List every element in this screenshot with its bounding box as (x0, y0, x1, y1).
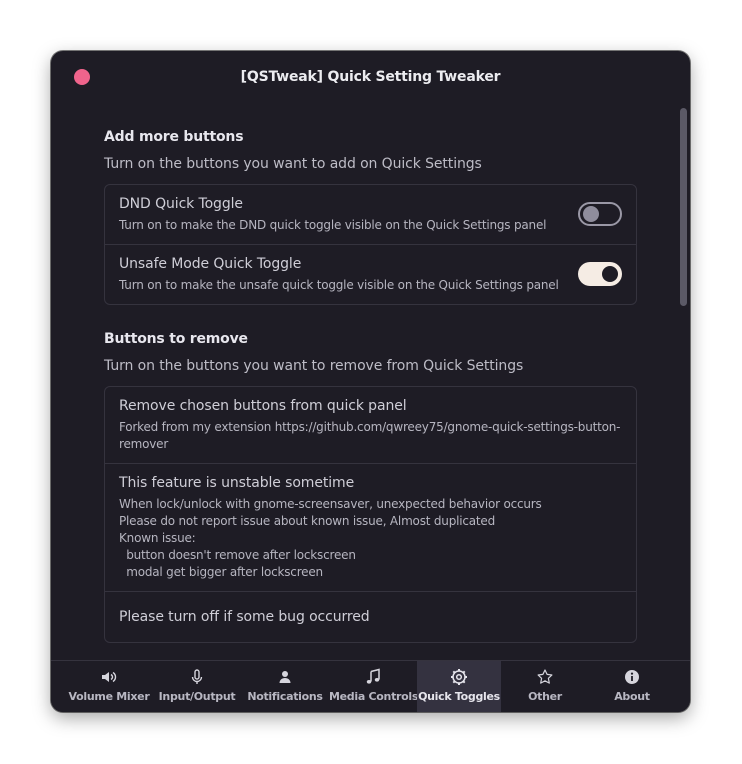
title-bar: [QSTweak] Quick Setting Tweaker (51, 51, 690, 105)
window-title: [QSTweak] Quick Setting Tweaker (240, 69, 501, 85)
subtitle-line: Known issue: (119, 531, 196, 545)
tab-media-controls[interactable]: Media Controls (329, 661, 419, 712)
section-description-remove: Turn on the buttons you want to remove f… (104, 358, 524, 374)
row-title: Please turn off if some bug occurred (119, 609, 370, 625)
star-icon (537, 669, 553, 684)
row-title: Remove chosen buttons from quick panel (119, 398, 407, 414)
gear-icon (451, 669, 467, 685)
dnd-toggle-row[interactable]: DND Quick Toggle Turn on to make the DND… (105, 185, 636, 244)
scrollbar-thumb[interactable] (680, 108, 687, 306)
bug-notice-row: Please turn off if some bug occurred (105, 591, 636, 642)
tab-label: Input/Output (158, 690, 236, 703)
remove-buttons-section: Buttons to remove Turn on the buttons yo… (104, 331, 637, 643)
tab-label: Notifications (247, 690, 323, 703)
tab-other[interactable]: Other (501, 661, 589, 712)
row-title: Unsafe Mode Quick Toggle (119, 256, 302, 272)
row-title: DND Quick Toggle (119, 196, 243, 212)
preferences-page: Add more buttons Turn on the buttons you… (104, 129, 637, 643)
music-note-icon (366, 668, 380, 684)
subtitle-line: remover (119, 437, 169, 451)
tab-about[interactable]: About (589, 661, 675, 712)
dnd-quick-toggle-switch[interactable] (578, 202, 622, 226)
unsafe-mode-toggle-switch[interactable] (578, 262, 622, 286)
remove-buttons-group: Remove chosen buttons from quick panel F… (104, 386, 637, 643)
subtitle-line: Please do not report issue about known i… (119, 514, 496, 528)
microphone-icon (191, 669, 203, 684)
subtitle-line: modal get bigger after lockscreen (119, 565, 323, 579)
section-description-add: Turn on the buttons you want to add on Q… (104, 156, 482, 172)
subtitle-line: button doesn't remove after lockscreen (119, 548, 356, 562)
add-buttons-section: Add more buttons Turn on the buttons you… (104, 129, 637, 305)
row-title: This feature is unstable sometime (119, 475, 355, 491)
tab-label: About (614, 690, 650, 703)
tab-volume-mixer[interactable]: Volume Mixer (65, 661, 153, 712)
tab-label: Quick Toggles (418, 690, 500, 703)
person-icon (279, 671, 291, 683)
switch-knob (602, 266, 618, 282)
settings-window: [QSTweak] Quick Setting Tweaker Add more… (51, 51, 690, 712)
tab-label: Media Controls (329, 690, 419, 703)
tab-quick-toggles[interactable]: Quick Toggles (417, 661, 501, 712)
row-subtitle: When lock/unlock with gnome-screensaver,… (119, 496, 622, 581)
section-title-add: Add more buttons (104, 129, 244, 145)
section-title-remove: Buttons to remove (104, 331, 248, 347)
switch-knob (583, 206, 599, 222)
remove-buttons-row: Remove chosen buttons from quick panel F… (105, 387, 636, 463)
subtitle-line: Forked from my extension https://github.… (119, 420, 621, 434)
row-subtitle: Forked from my extension https://github.… (119, 419, 622, 453)
row-subtitle: Turn on to make the unsafe quick toggle … (119, 278, 559, 292)
view-switcher-bar: Volume Mixer Input/Output Notifications (51, 660, 690, 712)
scrollbar[interactable] (680, 108, 687, 306)
subtitle-line: When lock/unlock with gnome-screensaver,… (119, 497, 542, 511)
tab-label: Volume Mixer (68, 690, 150, 703)
unsafe-mode-toggle-row[interactable]: Unsafe Mode Quick Toggle Turn on to make… (105, 244, 636, 304)
tab-input-output[interactable]: Input/Output (153, 661, 241, 712)
add-buttons-group: DND Quick Toggle Turn on to make the DND… (104, 184, 637, 305)
tab-notifications[interactable]: Notifications (241, 661, 329, 712)
unstable-warning-row: This feature is unstable sometime When l… (105, 463, 636, 591)
info-icon (625, 670, 639, 684)
speaker-icon (102, 671, 117, 683)
tab-label: Other (528, 690, 562, 703)
row-subtitle: Turn on to make the DND quick toggle vis… (119, 218, 547, 232)
